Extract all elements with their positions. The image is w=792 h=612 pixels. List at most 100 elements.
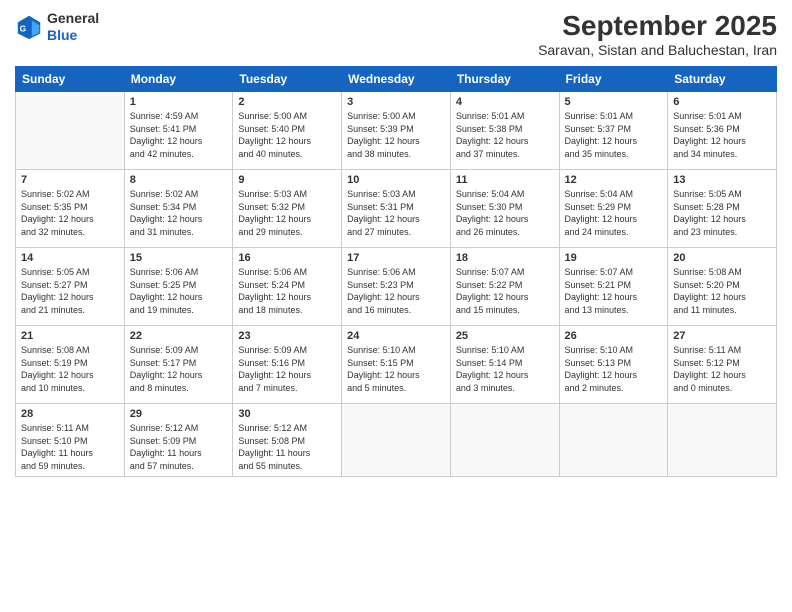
- day-number: 20: [673, 252, 771, 264]
- title-section: September 2025 Saravan, Sistan and Baluc…: [538, 10, 777, 58]
- location-title: Saravan, Sistan and Baluchestan, Iran: [538, 42, 777, 58]
- calendar-page: G General Blue September 2025 Saravan, S…: [0, 0, 792, 612]
- calendar-cell: 21 Sunrise: 5:08 AM Sunset: 5:19 PM Dayli…: [16, 326, 125, 404]
- day-number: 26: [565, 330, 663, 342]
- cell-info: Sunrise: 5:03 AM Sunset: 5:32 PM Dayligh…: [238, 188, 336, 238]
- calendar-cell: [559, 404, 668, 477]
- cell-info: Sunrise: 5:06 AM Sunset: 5:24 PM Dayligh…: [238, 266, 336, 316]
- day-number: 9: [238, 174, 336, 186]
- calendar-cell: 8 Sunrise: 5:02 AM Sunset: 5:34 PM Daylig…: [124, 170, 233, 248]
- calendar-cell: 7 Sunrise: 5:02 AM Sunset: 5:35 PM Daylig…: [16, 170, 125, 248]
- weekday-header-thursday: Thursday: [450, 67, 559, 92]
- calendar-cell: 3 Sunrise: 5:00 AM Sunset: 5:39 PM Daylig…: [342, 92, 451, 170]
- cell-info: Sunrise: 5:05 AM Sunset: 5:27 PM Dayligh…: [21, 266, 119, 316]
- logo-general: General: [47, 10, 99, 27]
- calendar-cell: 14 Sunrise: 5:05 AM Sunset: 5:27 PM Dayli…: [16, 248, 125, 326]
- logo: G General Blue: [15, 10, 99, 44]
- calendar-week-1: 1 Sunrise: 4:59 AM Sunset: 5:41 PM Daylig…: [16, 92, 777, 170]
- calendar-cell: 24 Sunrise: 5:10 AM Sunset: 5:15 PM Dayli…: [342, 326, 451, 404]
- day-number: 6: [673, 96, 771, 108]
- weekday-header-monday: Monday: [124, 67, 233, 92]
- calendar-cell: 6Sunrise: 5:01 AM Sunset: 5:36 PM Daylig…: [668, 92, 777, 170]
- calendar-cell: 13Sunrise: 5:05 AM Sunset: 5:28 PM Dayli…: [668, 170, 777, 248]
- weekday-header-wednesday: Wednesday: [342, 67, 451, 92]
- day-number: 13: [673, 174, 771, 186]
- day-number: 29: [130, 408, 228, 420]
- day-number: 28: [21, 408, 119, 420]
- day-number: 14: [21, 252, 119, 264]
- calendar-cell: 12 Sunrise: 5:04 AM Sunset: 5:29 PM Dayli…: [559, 170, 668, 248]
- calendar-cell: 10Sunrise: 5:03 AM Sunset: 5:31 PM Dayli…: [342, 170, 451, 248]
- calendar-table: SundayMondayTuesdayWednesdayThursdayFrid…: [15, 66, 777, 477]
- cell-info: Sunrise: 5:08 AM Sunset: 5:20 PM Dayligh…: [673, 266, 771, 316]
- day-number: 7: [21, 174, 119, 186]
- day-number: 24: [347, 330, 445, 342]
- logo-blue: Blue: [47, 27, 99, 44]
- cell-info: Sunrise: 5:07 AM Sunset: 5:22 PM Dayligh…: [456, 266, 554, 316]
- cell-info: Sunrise: 5:10 AM Sunset: 5:14 PM Dayligh…: [456, 344, 554, 394]
- day-number: 5: [565, 96, 663, 108]
- calendar-cell: [342, 404, 451, 477]
- day-number: 25: [456, 330, 554, 342]
- cell-info: Sunrise: 5:10 AM Sunset: 5:13 PM Dayligh…: [565, 344, 663, 394]
- logo-icon: G: [15, 13, 43, 41]
- calendar-cell: 22Sunrise: 5:09 AM Sunset: 5:17 PM Dayli…: [124, 326, 233, 404]
- cell-info: Sunrise: 5:00 AM Sunset: 5:39 PM Dayligh…: [347, 110, 445, 160]
- cell-info: Sunrise: 5:04 AM Sunset: 5:30 PM Dayligh…: [456, 188, 554, 238]
- cell-info: Sunrise: 5:11 AM Sunset: 5:12 PM Dayligh…: [673, 344, 771, 394]
- calendar-cell: 25 Sunrise: 5:10 AM Sunset: 5:14 PM Dayli…: [450, 326, 559, 404]
- weekday-header-row: SundayMondayTuesdayWednesdayThursdayFrid…: [16, 67, 777, 92]
- day-number: 21: [21, 330, 119, 342]
- header: G General Blue September 2025 Saravan, S…: [15, 10, 777, 58]
- cell-info: Sunrise: 5:08 AM Sunset: 5:19 PM Dayligh…: [21, 344, 119, 394]
- cell-info: Sunrise: 5:12 AM Sunset: 5:08 PM Dayligh…: [238, 422, 336, 472]
- calendar-cell: 20 Sunrise: 5:08 AM Sunset: 5:20 PM Dayli…: [668, 248, 777, 326]
- calendar-cell: 2Sunrise: 5:00 AM Sunset: 5:40 PM Daylig…: [233, 92, 342, 170]
- day-number: 15: [130, 252, 228, 264]
- cell-info: Sunrise: 5:11 AM Sunset: 5:10 PM Dayligh…: [21, 422, 119, 472]
- calendar-cell: 30Sunrise: 5:12 AM Sunset: 5:08 PM Dayli…: [233, 404, 342, 477]
- cell-info: Sunrise: 5:01 AM Sunset: 5:38 PM Dayligh…: [456, 110, 554, 160]
- calendar-cell: 23Sunrise: 5:09 AM Sunset: 5:16 PM Dayli…: [233, 326, 342, 404]
- month-title: September 2025: [538, 10, 777, 42]
- cell-info: Sunrise: 5:02 AM Sunset: 5:35 PM Dayligh…: [21, 188, 119, 238]
- cell-info: Sunrise: 5:10 AM Sunset: 5:15 PM Dayligh…: [347, 344, 445, 394]
- cell-info: Sunrise: 5:06 AM Sunset: 5:23 PM Dayligh…: [347, 266, 445, 316]
- calendar-cell: 1 Sunrise: 4:59 AM Sunset: 5:41 PM Daylig…: [124, 92, 233, 170]
- calendar-cell: [668, 404, 777, 477]
- weekday-header-tuesday: Tuesday: [233, 67, 342, 92]
- logo-text: General Blue: [47, 10, 99, 44]
- cell-info: Sunrise: 5:04 AM Sunset: 5:29 PM Dayligh…: [565, 188, 663, 238]
- day-number: 1: [130, 96, 228, 108]
- weekday-header-friday: Friday: [559, 67, 668, 92]
- calendar-cell: 28 Sunrise: 5:11 AM Sunset: 5:10 PM Dayli…: [16, 404, 125, 477]
- calendar-week-4: 21 Sunrise: 5:08 AM Sunset: 5:19 PM Dayli…: [16, 326, 777, 404]
- calendar-cell: 16 Sunrise: 5:06 AM Sunset: 5:24 PM Dayli…: [233, 248, 342, 326]
- cell-info: Sunrise: 5:02 AM Sunset: 5:34 PM Dayligh…: [130, 188, 228, 238]
- weekday-header-saturday: Saturday: [668, 67, 777, 92]
- day-number: 16: [238, 252, 336, 264]
- calendar-cell: 26 Sunrise: 5:10 AM Sunset: 5:13 PM Dayli…: [559, 326, 668, 404]
- calendar-cell: 9 Sunrise: 5:03 AM Sunset: 5:32 PM Daylig…: [233, 170, 342, 248]
- calendar-cell: 18Sunrise: 5:07 AM Sunset: 5:22 PM Dayli…: [450, 248, 559, 326]
- cell-info: Sunrise: 5:07 AM Sunset: 5:21 PM Dayligh…: [565, 266, 663, 316]
- day-number: 19: [565, 252, 663, 264]
- calendar-cell: 29Sunrise: 5:12 AM Sunset: 5:09 PM Dayli…: [124, 404, 233, 477]
- day-number: 11: [456, 174, 554, 186]
- calendar-cell: 15 Sunrise: 5:06 AM Sunset: 5:25 PM Dayli…: [124, 248, 233, 326]
- calendar-cell: 5 Sunrise: 5:01 AM Sunset: 5:37 PM Daylig…: [559, 92, 668, 170]
- day-number: 17: [347, 252, 445, 264]
- day-number: 27: [673, 330, 771, 342]
- day-number: 3: [347, 96, 445, 108]
- cell-info: Sunrise: 5:06 AM Sunset: 5:25 PM Dayligh…: [130, 266, 228, 316]
- day-number: 2: [238, 96, 336, 108]
- day-number: 8: [130, 174, 228, 186]
- calendar-cell: 4Sunrise: 5:01 AM Sunset: 5:38 PM Daylig…: [450, 92, 559, 170]
- calendar-cell: 27 Sunrise: 5:11 AM Sunset: 5:12 PM Dayli…: [668, 326, 777, 404]
- calendar-cell: 11 Sunrise: 5:04 AM Sunset: 5:30 PM Dayli…: [450, 170, 559, 248]
- cell-info: Sunrise: 5:09 AM Sunset: 5:17 PM Dayligh…: [130, 344, 228, 394]
- cell-info: Sunrise: 4:59 AM Sunset: 5:41 PM Dayligh…: [130, 110, 228, 160]
- day-number: 12: [565, 174, 663, 186]
- cell-info: Sunrise: 5:01 AM Sunset: 5:37 PM Dayligh…: [565, 110, 663, 160]
- svg-text:G: G: [20, 23, 27, 33]
